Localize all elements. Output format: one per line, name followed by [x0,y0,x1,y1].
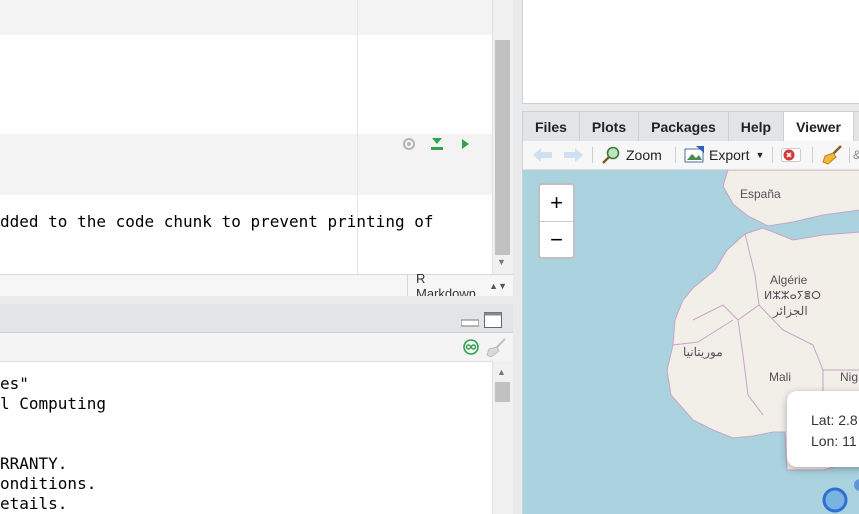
source-editor[interactable]: dded to the code chunk to prevent printi… [0,0,513,296]
toolbar-divider [675,147,676,163]
environment-pane [522,0,859,104]
map-popup: Lat: 2.8 Lon: 11 [787,391,859,467]
zoom-control: + − [538,183,575,259]
link-icon[interactable]: & [853,141,859,169]
tab-files[interactable]: Files [523,112,580,141]
clear-all-button[interactable] [821,141,843,169]
clear-viewer-button[interactable] [781,141,801,169]
map-label-niger: Nig [840,370,859,384]
forward-arrow-icon[interactable] [563,141,583,169]
link-icon[interactable] [462,339,480,360]
gear-icon[interactable] [400,136,418,152]
minimize-icon[interactable] [460,314,480,332]
viewer-toolbar: Zoom Export ▼ & [522,141,859,170]
console-output: es" l Computing RRANTY. onditions. etails. [0,374,106,514]
console-line: l Computing [0,394,106,413]
toolbar-divider [592,147,593,163]
console-header [0,304,513,333]
tab-plots[interactable]: Plots [580,112,640,141]
map-label-algeria-tifinagh: ⵍⵣⵣⴰⵢⴻⵔ [764,290,821,302]
scroll-up-arrow-icon[interactable]: ▲ [497,367,506,377]
tab-presentation[interactable]: Pr [854,112,859,141]
leaflet-map[interactable]: España Algérie ⵍⵣⵣⴰⵢⴻⵔ الجزائر موريتانيا… [522,170,859,514]
margin-line [357,0,358,274]
updown-arrows-icon: ▲▼ [489,281,507,291]
editor-band-top [0,0,492,35]
broom-icon [822,145,842,165]
maximize-icon[interactable] [484,312,502,333]
map-label-mali: Mali [769,370,792,384]
console-line: onditions. [0,474,97,493]
tab-viewer[interactable]: Viewer [784,112,854,141]
document-mode-selector[interactable]: R Markdown ▲▼ [407,271,513,296]
back-arrow-icon[interactable] [533,141,553,169]
console-line: etails. [0,494,68,513]
console-line: RRANTY. [0,454,68,473]
editor-status-bar: R Markdown ▲▼ [0,271,513,296]
chunk-toolbar [400,136,474,152]
export-button[interactable]: Export ▼ [684,141,764,169]
popup-lon: Lon: 11 [811,433,857,449]
zoom-out-button[interactable]: − [540,221,573,258]
run-chunk-icon[interactable] [456,136,474,152]
broom-icon[interactable] [485,337,507,362]
toolbar-divider [849,147,850,163]
document-mode-label: R Markdown [416,271,476,296]
tab-packages[interactable]: Packages [639,112,729,141]
map-label-algeria: Algérie [770,273,808,287]
popup-lat: Lat: 2.8 [811,412,858,428]
viewer-tabs: Files Plots Packages Help Viewer Pr [522,111,859,142]
code-line: dded to the code chunk to prevent printi… [0,212,434,231]
zoom-label: Zoom [626,147,662,163]
zoom-in-button[interactable]: + [540,185,573,221]
export-image-icon [684,146,704,163]
toolbar-divider [772,147,773,163]
console-pane[interactable]: es" l Computing RRANTY. onditions. etails. ▲ [0,304,513,514]
export-label: Export [709,147,750,163]
console-scroll-thumb[interactable] [495,382,510,402]
toolbar-divider [812,147,813,163]
scroll-down-arrow-icon[interactable]: ▼ [497,257,506,267]
map-label-spain: España [740,187,781,201]
magnifier-icon [602,146,620,164]
dropdown-caret-icon: ▼ [755,150,765,160]
editor-scroll-thumb[interactable] [495,40,510,255]
remove-icon [781,148,801,162]
zoom-button[interactable]: Zoom [601,141,662,169]
console-toolbar [0,333,513,362]
tab-help[interactable]: Help [729,112,785,141]
console-line: es" [0,374,29,393]
run-previous-chunks-icon[interactable] [428,136,446,152]
map-label-mauritania: موريتانيا [683,345,723,359]
map-label-algeria-arabic: الجزائر [773,304,808,318]
